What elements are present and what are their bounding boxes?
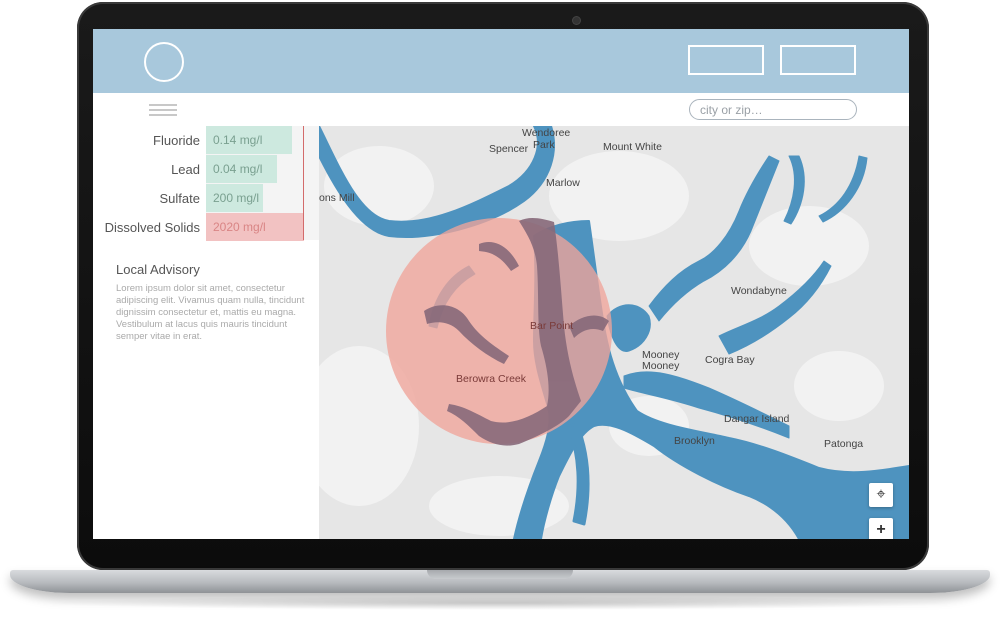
map-label: Park (533, 139, 555, 151)
threshold-line (303, 126, 304, 240)
app-header (93, 29, 909, 93)
header-button-2[interactable] (780, 45, 856, 75)
laptop-notch (427, 570, 573, 579)
map-label: Patonga (824, 438, 863, 450)
map-canvas[interactable]: Wendoree Park Spencer Mount White Marlow… (319, 126, 909, 539)
reading-value: 0.14 mg/l (213, 133, 263, 147)
reading-row: Fluoride 0.14 mg/l (93, 126, 319, 155)
logo-circle[interactable] (144, 42, 184, 82)
map-label: Bar Point (530, 320, 573, 332)
map-label: Berowra Creek (456, 373, 527, 385)
crosshair-icon[interactable]: ⌖ (869, 483, 893, 507)
advisory-title: Local Advisory (116, 262, 200, 277)
map-label: Dangar Island (724, 413, 790, 425)
map-label: Wondabyne (731, 285, 787, 297)
reading-row: Sulfate 200 mg/l (93, 184, 319, 213)
reading-label: Dissolved Solids (104, 220, 200, 235)
reading-row: Lead 0.04 mg/l (93, 155, 319, 184)
map-label: Brooklyn (674, 435, 715, 447)
map-label: Spencer (489, 143, 529, 155)
search-input[interactable] (689, 99, 857, 120)
map-label: Wendoree (522, 127, 570, 139)
hamburger-menu-icon[interactable] (149, 104, 177, 118)
camera (573, 17, 580, 24)
advisory-text: Lorem ipsum dolor sit amet, consectetur … (116, 283, 305, 342)
reading-value: 2020 mg/l (213, 220, 266, 234)
map-label: Cogra Bay (705, 354, 755, 366)
app-screen: Fluoride 0.14 mg/l Lead 0.04 mg/l Sulfat… (93, 29, 909, 539)
map-view[interactable]: Wendoree Park Spencer Mount White Marlow… (319, 126, 909, 539)
reading-value: 0.04 mg/l (213, 162, 263, 176)
map-label: Marlow (546, 177, 580, 189)
reading-label: Lead (171, 162, 200, 177)
readings-panel: Fluoride 0.14 mg/l Lead 0.04 mg/l Sulfat… (93, 126, 319, 539)
laptop-shadow (40, 596, 960, 610)
map-label: ons Mill (319, 192, 355, 204)
header-button-1[interactable] (688, 45, 764, 75)
map-label: Mount White (603, 141, 662, 153)
reading-value: 200 mg/l (213, 191, 260, 205)
reading-row: Dissolved Solids 2020 mg/l (93, 213, 319, 242)
reading-label: Fluoride (153, 133, 200, 148)
zoom-in-button[interactable]: + (869, 518, 893, 539)
reading-label: Sulfate (159, 191, 200, 206)
map-label: Mooney (642, 360, 680, 372)
